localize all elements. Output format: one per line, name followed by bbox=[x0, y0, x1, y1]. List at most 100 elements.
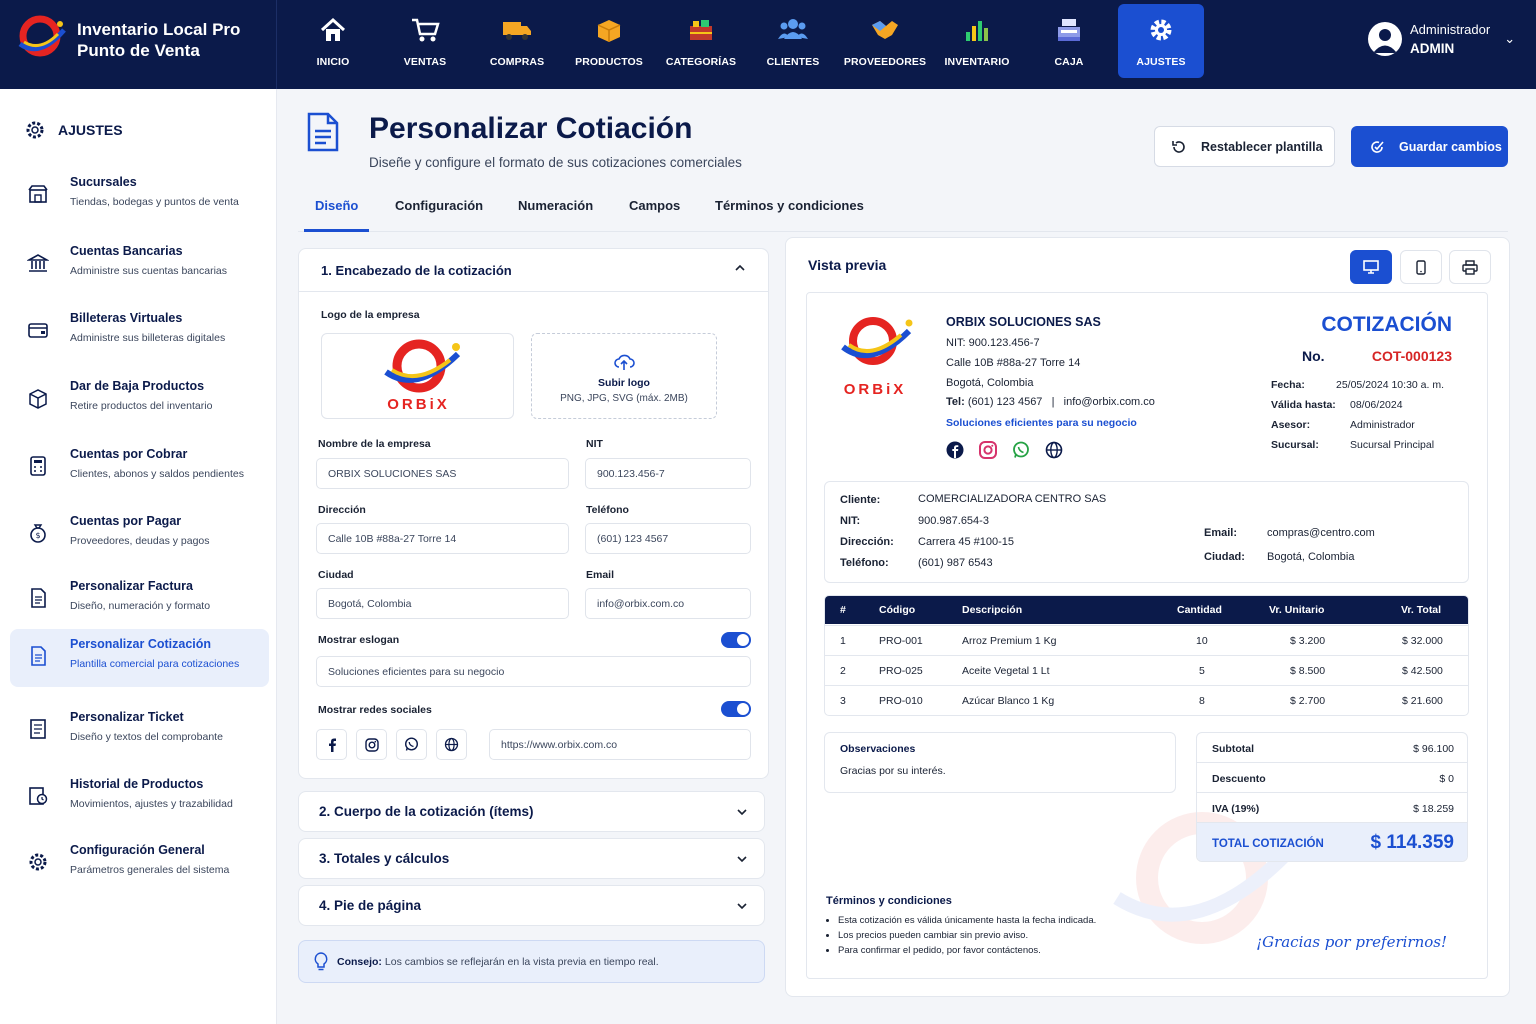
tab-configuracion[interactable]: Configuración bbox=[395, 198, 483, 213]
section-header-totales[interactable]: 3. Totales y cálculos bbox=[298, 838, 765, 879]
email-input[interactable]: info@orbix.com.co bbox=[585, 588, 751, 619]
chevron-down-icon bbox=[737, 903, 747, 910]
print-button[interactable] bbox=[1449, 250, 1491, 284]
section-header-pie[interactable]: 4. Pie de página bbox=[298, 885, 765, 926]
nav-ajustes[interactable]: AJUSTES bbox=[1118, 4, 1204, 78]
mobile-view-button[interactable] bbox=[1400, 250, 1442, 284]
nit-input[interactable]: 900.123.456-7 bbox=[585, 458, 751, 489]
sidebar-item-config-general[interactable]: Configuración General Parámetros generale… bbox=[10, 835, 269, 893]
tip-text: Los cambios se reflejarán en la vista pr… bbox=[384, 955, 659, 968]
logo-preview: ORBiX bbox=[321, 333, 514, 419]
tab-diseno[interactable]: Diseño bbox=[315, 198, 358, 213]
sidebar-item-personalizar-ticket[interactable]: Personalizar Ticket Diseño y textos del c… bbox=[10, 702, 269, 760]
section-header-cuerpo[interactable]: 2. Cuerpo de la cotización (ítems) bbox=[298, 791, 765, 832]
sidebar-item-sucursales[interactable]: Sucursales Tiendas, bodegas y puntos de v… bbox=[10, 167, 269, 225]
globe-icon bbox=[1045, 441, 1063, 459]
meta-value: 25/05/2024 10:30 a. m. bbox=[1336, 379, 1444, 391]
meta-key: Fecha: bbox=[1271, 379, 1305, 391]
nav-ventas[interactable]: VENTAS bbox=[379, 0, 471, 89]
nav-clientes[interactable]: CLIENTES bbox=[747, 0, 839, 89]
nav-inventario[interactable]: INVENTARIO bbox=[931, 0, 1023, 89]
phone-input[interactable]: (601) 123 4567 bbox=[585, 523, 751, 554]
orbix-logo bbox=[841, 317, 913, 365]
nav-label: PROVEEDORES bbox=[843, 56, 927, 68]
grand-total: TOTAL COTIZACIÓN $ 114.359 bbox=[1197, 823, 1467, 861]
nav-label: VENTAS bbox=[403, 56, 447, 68]
page-title: Personalizar Cotiación bbox=[369, 112, 693, 145]
website-input[interactable]: https://www.orbix.com.co bbox=[489, 729, 751, 760]
preview-number: COT-000123 bbox=[1371, 348, 1452, 364]
sidebar-item-historial[interactable]: Historial de Productos Movimientos, ajust… bbox=[10, 769, 269, 827]
slogan-input[interactable]: Soluciones eficientes para su negocio bbox=[316, 656, 751, 687]
reset-template-button[interactable]: Restablecer plantilla bbox=[1154, 126, 1335, 167]
city-label: Ciudad bbox=[318, 569, 354, 581]
social-toggle[interactable] bbox=[721, 701, 751, 717]
logo-text: ORBiX bbox=[843, 381, 907, 398]
store-icon bbox=[24, 180, 52, 208]
sidebar-heading: AJUSTES bbox=[24, 119, 123, 141]
sidebar-item-personalizar-factura[interactable]: Personalizar Factura Diseño, numeración y… bbox=[10, 571, 269, 629]
tab-terminos[interactable]: Términos y condiciones bbox=[715, 198, 864, 213]
nav-label: COMPRAS bbox=[489, 56, 545, 68]
terms-item: Para confirmar el pedido, por favor cont… bbox=[838, 945, 1096, 956]
user-name: Administrador bbox=[1410, 22, 1491, 37]
user-menu[interactable]: Administrador ADMIN ⌄ bbox=[1368, 22, 1515, 56]
upload-logo-dropzone[interactable]: Subir logo PNG, JPG, SVG (máx. 2MB) bbox=[531, 333, 717, 419]
city-input[interactable]: Bogotá, Colombia bbox=[316, 588, 569, 619]
desktop-view-button[interactable] bbox=[1350, 250, 1392, 284]
phone-label: Teléfono bbox=[586, 504, 629, 516]
sidebar-item-cuentas-pagar[interactable]: $ Cuentas por Pagar Proveedores, deudas y… bbox=[10, 506, 269, 564]
sidebar-item-cuentas-cobrar[interactable]: Cuentas por Cobrar Clientes, abonos y sal… bbox=[10, 439, 269, 497]
money-bag-icon: $ bbox=[24, 519, 52, 547]
facebook-icon[interactable] bbox=[316, 729, 347, 760]
preview-address: Calle 10B #88a-27 Torre 14 bbox=[946, 357, 1081, 369]
orbix-logo bbox=[18, 15, 66, 57]
slogan-toggle[interactable] bbox=[721, 632, 751, 648]
tab-numeracion[interactable]: Numeración bbox=[518, 198, 593, 213]
company-name-input[interactable]: ORBIX SOLUCIONES SAS bbox=[316, 458, 569, 489]
globe-icon[interactable] bbox=[436, 729, 467, 760]
reset-icon bbox=[1172, 140, 1185, 153]
avatar bbox=[1368, 22, 1402, 56]
sidebar-item-dar-baja[interactable]: Dar de Baja Productos Retire productos de… bbox=[10, 371, 269, 429]
tab-campos[interactable]: Campos bbox=[629, 198, 680, 213]
chevron-down-icon bbox=[737, 809, 747, 816]
active-tab-indicator bbox=[304, 229, 369, 232]
meta-value: Administrador bbox=[1350, 419, 1415, 431]
monitor-icon bbox=[1363, 260, 1379, 274]
nav-inicio[interactable]: INICIO bbox=[287, 0, 379, 89]
instagram-icon[interactable] bbox=[356, 729, 387, 760]
cart-icon bbox=[409, 14, 441, 46]
address-input[interactable]: Calle 10B #88a-27 Torre 14 bbox=[316, 523, 569, 554]
nav-productos[interactable]: PRODUCTOS bbox=[563, 0, 655, 89]
truck-icon bbox=[501, 14, 533, 46]
section-header-encabezado[interactable]: 1. Encabezado de la cotización bbox=[299, 249, 768, 292]
client-info-box: Cliente: COMERCIALIZADORA CENTRO SAS NIT… bbox=[824, 481, 1469, 583]
sidebar-item-cuentas-bancarias[interactable]: Cuentas Bancarias Administre sus cuentas … bbox=[10, 236, 269, 294]
whatsapp-icon[interactable] bbox=[396, 729, 427, 760]
preview-title: Vista previa bbox=[808, 257, 887, 273]
email-label: Email bbox=[586, 569, 615, 581]
nav-proveedores[interactable]: PROVEEDORES bbox=[839, 0, 931, 89]
nav-label: CLIENTES bbox=[766, 56, 820, 68]
invoice-icon bbox=[24, 584, 52, 612]
nav-caja[interactable]: CAJA bbox=[1023, 0, 1115, 89]
lightbulb-icon bbox=[314, 951, 328, 970]
quote-document-preview: ORBiX ORBIX SOLUCIONES SAS NIT: 900.123.… bbox=[806, 292, 1488, 979]
home-icon bbox=[317, 14, 349, 46]
sidebar-item-billeteras[interactable]: Billeteras Virtuales Administre sus bille… bbox=[10, 303, 269, 361]
app-title: Inventario Local Pro bbox=[77, 20, 241, 39]
slogan-label: Mostrar eslogan bbox=[318, 634, 400, 646]
meta-value: 08/06/2024 bbox=[1350, 399, 1403, 411]
user-role: ADMIN bbox=[1410, 41, 1455, 56]
sidebar-item-personalizar-cotizacion[interactable]: Personalizar Cotización Plantilla comerci… bbox=[10, 629, 269, 687]
nav-compras[interactable]: COMPRAS bbox=[471, 0, 563, 89]
save-changes-button[interactable]: Guardar cambios bbox=[1351, 126, 1508, 167]
tip-banner: Consejo: Los cambios se reflejarán en la… bbox=[298, 940, 765, 983]
nav-categorias[interactable]: CATEGORÍAS bbox=[655, 0, 747, 89]
wallet-icon bbox=[24, 316, 52, 344]
table-row: 2 PRO-025 Aceite Vegetal 1 Lt 5 $ 8.500 … bbox=[825, 655, 1468, 685]
svg-text:$: $ bbox=[35, 531, 40, 540]
chevron-down-icon bbox=[737, 856, 747, 863]
preview-nit: NIT: 900.123.456-7 bbox=[946, 337, 1040, 349]
